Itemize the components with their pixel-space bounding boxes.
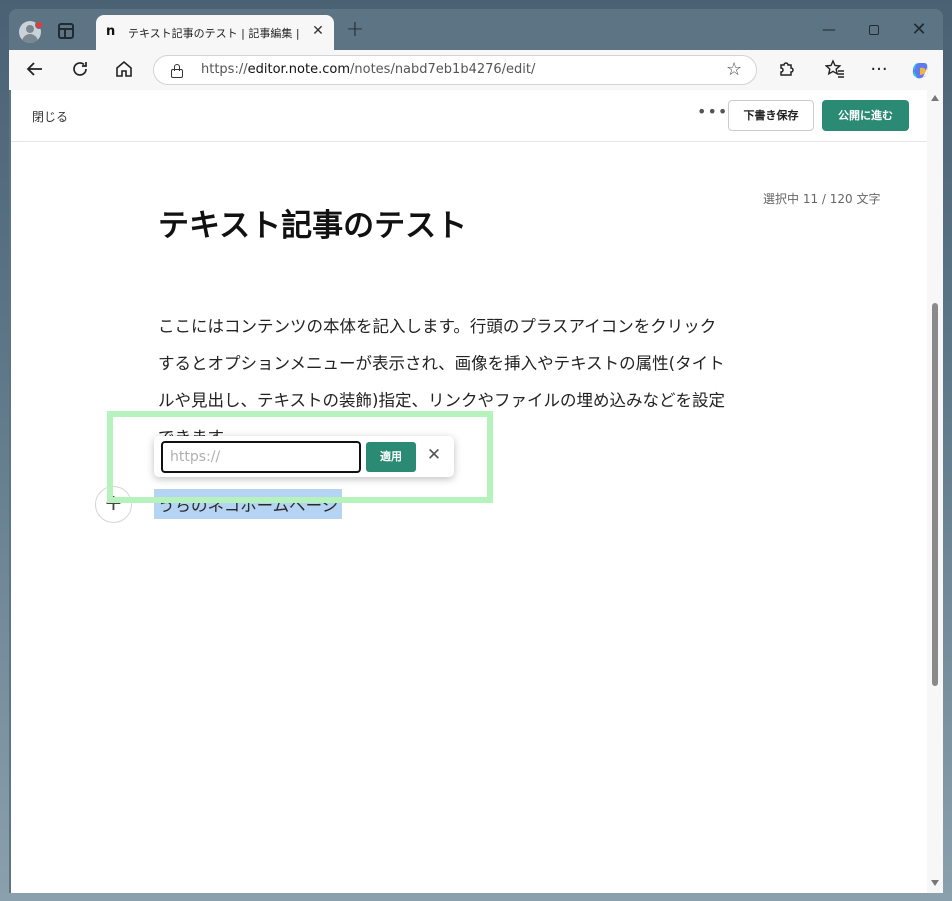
article-title[interactable]: テキスト記事のテスト xyxy=(158,200,467,245)
url-text[interactable]: https://editor.note.com/notes/nabd7eb1b4… xyxy=(201,62,535,77)
back-icon[interactable] xyxy=(24,59,46,81)
note-favicon-icon: n xyxy=(106,24,116,39)
scroll-thumb[interactable] xyxy=(932,303,938,686)
tab-close-icon[interactable]: ✕ xyxy=(310,23,326,39)
close-editor-link[interactable]: 閉じる xyxy=(32,108,68,125)
browser-toolbar: https://editor.note.com/notes/nabd7eb1b4… xyxy=(9,50,943,90)
page-scrollbar[interactable] xyxy=(927,90,943,893)
favorites-icon[interactable] xyxy=(824,59,846,81)
body-line: ここにはコンテンツの本体を記入します。行頭のプラスアイコンをクリック xyxy=(158,317,717,336)
more-icon[interactable]: ··· xyxy=(868,59,890,81)
page-viewport: 閉じる ••• 下書き保存 公開に進む 選択中 11 / 120 文字 テキスト… xyxy=(11,90,927,893)
copilot-icon[interactable] xyxy=(909,59,931,81)
active-tab[interactable]: n テキスト記事のテスト | 記事編集 | note ✕ xyxy=(96,15,334,50)
editor-header: 閉じる ••• 下書き保存 公開に進む xyxy=(11,90,927,142)
lock-icon[interactable] xyxy=(171,64,183,78)
refresh-icon[interactable] xyxy=(69,59,91,81)
minimize-button[interactable]: — xyxy=(817,19,841,41)
window-close-button[interactable]: ✕ xyxy=(907,19,931,41)
publish-button[interactable]: 公開に進む xyxy=(822,100,909,131)
scroll-down-icon[interactable] xyxy=(931,880,939,886)
save-draft-button[interactable]: 下書き保存 xyxy=(728,100,814,131)
tab-strip: n テキスト記事のテスト | 記事編集 | note ✕ + — ✕ xyxy=(9,9,943,50)
new-tab-button[interactable]: + xyxy=(344,19,366,41)
highlight-annotation xyxy=(107,411,493,503)
scroll-up-icon[interactable] xyxy=(931,95,939,101)
character-count: 選択中 11 / 120 文字 xyxy=(763,192,881,206)
address-bar[interactable]: https://editor.note.com/notes/nabd7eb1b4… xyxy=(153,55,757,85)
home-icon[interactable] xyxy=(113,59,135,81)
extensions-icon[interactable] xyxy=(775,59,797,81)
tab-title: テキスト記事のテスト | 記事編集 | note xyxy=(128,27,304,40)
notification-dot xyxy=(35,21,43,29)
tab-actions-icon[interactable] xyxy=(58,23,74,39)
body-line: するとオプションメニューが表示され、画像を挿入やテキストの属性(タイト xyxy=(158,354,725,373)
more-options-icon[interactable]: ••• xyxy=(697,102,728,121)
browser-window: n テキスト記事のテスト | 記事編集 | note ✕ + — ✕ https… xyxy=(9,9,943,893)
maximize-button[interactable] xyxy=(862,19,886,41)
favorite-star-icon[interactable]: ☆ xyxy=(726,59,742,80)
